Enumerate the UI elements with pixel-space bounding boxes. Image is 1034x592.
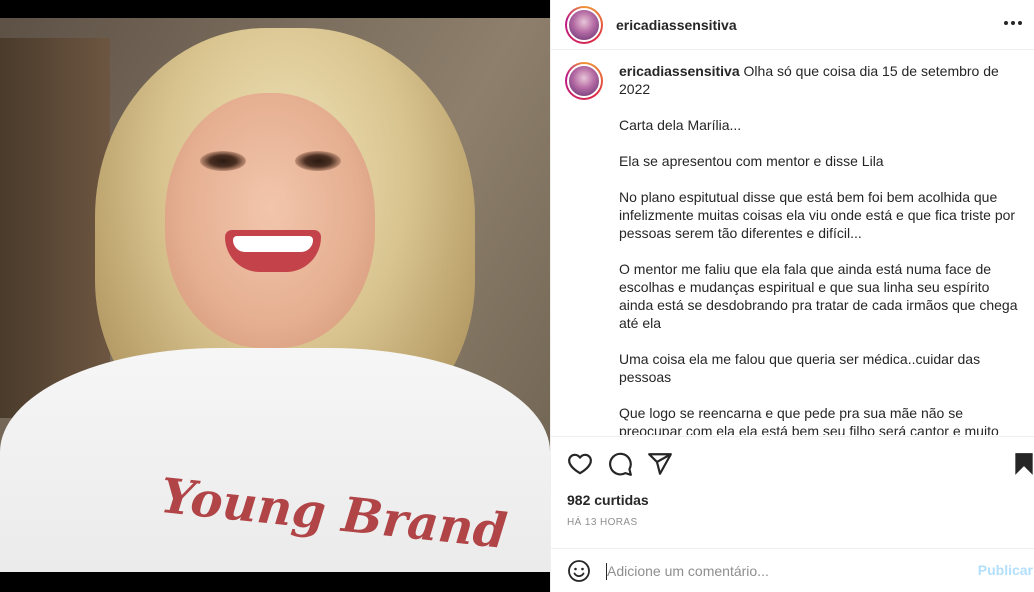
photo-eye-left [200, 151, 246, 171]
header-avatar[interactable] [565, 5, 603, 44]
caption-avatar[interactable] [565, 62, 603, 100]
header-username[interactable]: ericadiassensitiva [616, 17, 737, 33]
more-options-icon[interactable] [999, 12, 1027, 34]
likes-count[interactable]: 982 curtidas [567, 492, 649, 508]
bookmark-icon[interactable] [1011, 451, 1034, 477]
background-door [0, 38, 110, 418]
post-timestamp[interactable]: HÁ 13 HORAS [567, 517, 638, 528]
post-header: ericadiassensitiva [551, 0, 1034, 50]
action-bar [551, 436, 1034, 492]
comment-icon[interactable] [607, 451, 633, 477]
emoji-icon[interactable] [567, 559, 591, 583]
post-photo[interactable]: Young Brand [0, 18, 550, 572]
caption-paragraph: Uma coisa ela me falou que queria ser mé… [619, 351, 984, 385]
publish-button[interactable]: Publicar [978, 562, 1033, 578]
post-media: Young Brand [0, 0, 550, 592]
caption-text: ericadiassensitiva Olha só que coisa dia… [619, 62, 1019, 435]
paper-plane-icon[interactable] [647, 451, 673, 477]
caption-username[interactable]: ericadiassensitiva [619, 63, 740, 79]
photo-eye-right [295, 151, 341, 171]
caption-paragraph: Carta dela Marília... [619, 117, 742, 133]
heart-icon[interactable] [567, 451, 593, 477]
caption-paragraph: O mentor me faliu que ela fala que ainda… [619, 261, 1022, 331]
caption-paragraph: Que logo se reencarna e que pede pra sua… [619, 405, 999, 435]
caption-paragraph: No plano espitutual disse que está bem f… [619, 189, 1019, 241]
post-modal: Young Brand ericadiassensitiva ericadias… [0, 0, 1034, 592]
comment-bar: Publicar [551, 548, 1034, 592]
caption-area: ericadiassensitiva Olha só que coisa dia… [551, 50, 1034, 435]
post-side-panel: ericadiassensitiva ericadiassensitiva Ol… [550, 0, 1034, 592]
caption-paragraph: Ela se apresentou com mentor e disse Lil… [619, 153, 884, 169]
photo-face [165, 93, 375, 348]
comment-input[interactable] [607, 561, 967, 581]
